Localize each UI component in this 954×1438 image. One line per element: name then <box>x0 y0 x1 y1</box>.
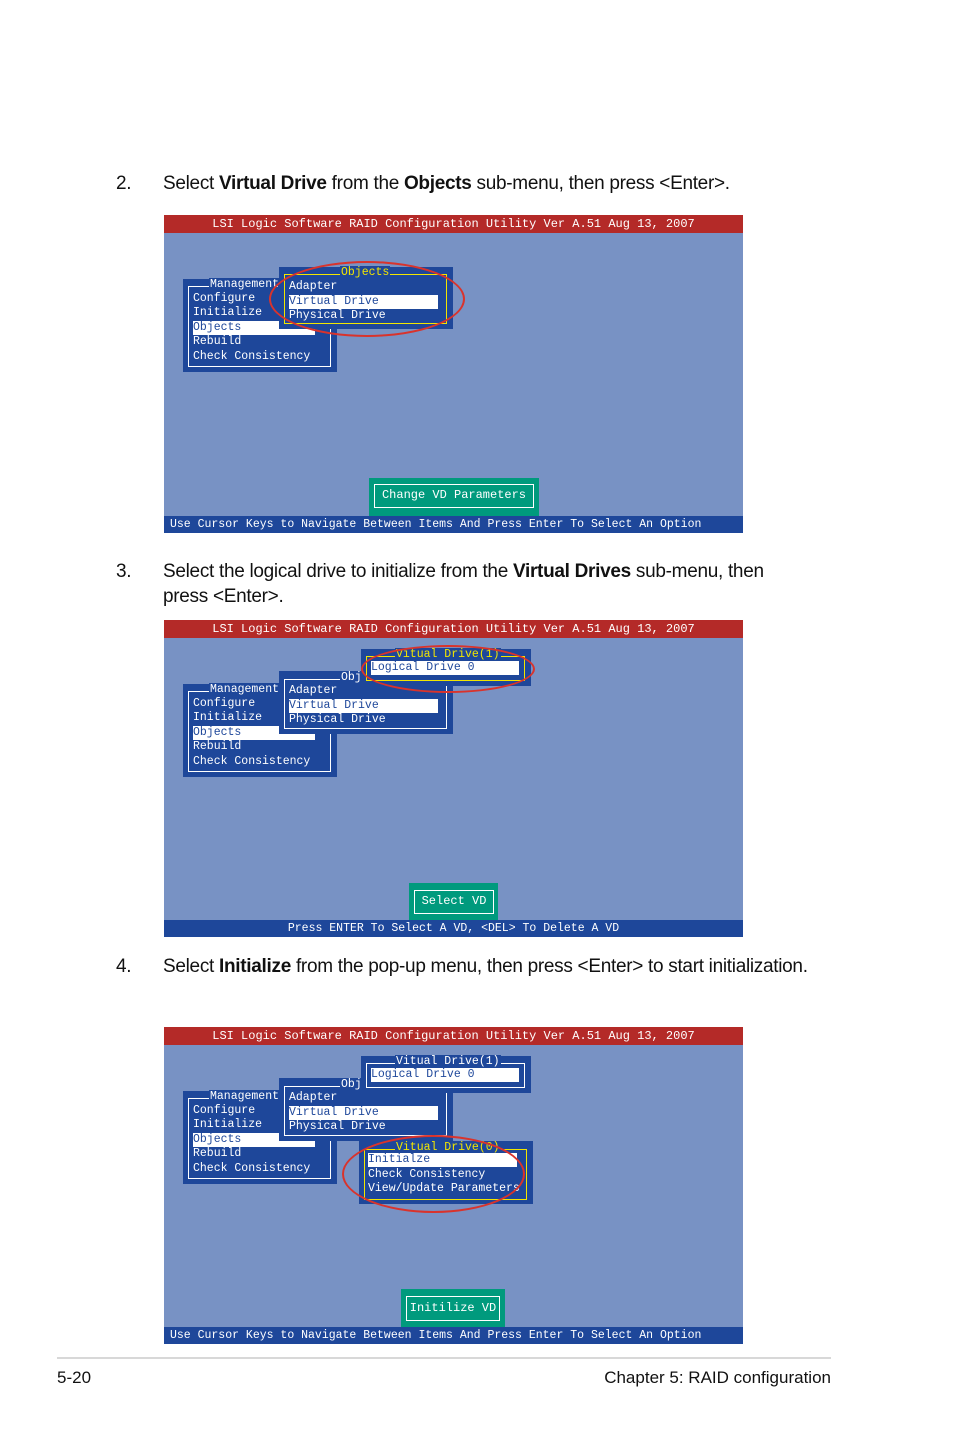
step-text: Select Initialize from the pop-up menu, … <box>163 956 808 977</box>
menu-item-configure[interactable]: Configure <box>193 697 255 711</box>
menu-item-initialize[interactable]: Initialize <box>193 711 262 725</box>
menu-item-rebuild[interactable]: Rebuild <box>193 335 241 349</box>
select-vd-label: Select VD <box>414 890 494 914</box>
menu-item-initialize[interactable]: Initialize <box>193 306 262 320</box>
status-bar: Use Cursor Keys to Navigate Between Item… <box>164 516 743 533</box>
virtual-drive-list-title: Vitual Drive(1) <box>395 648 501 662</box>
title-bar: LSI Logic Software RAID Configuration Ut… <box>164 215 743 233</box>
objects-menu: Objects Adapter Virtual Drive Physical D… <box>279 266 453 329</box>
action-panel: Select VD <box>409 883 498 920</box>
objects-menu-title: Obj <box>340 671 363 685</box>
management-menu-title: Management <box>209 278 281 292</box>
action-panel: Change VD Parameters <box>369 478 539 516</box>
step-number: 2. <box>116 173 132 194</box>
objects-menu-title: Objects <box>340 266 391 280</box>
step-text: Select the logical drive to initialize f… <box>163 561 764 607</box>
raid-utility-screen-1: LSI Logic Software RAID Configuration Ut… <box>164 215 743 533</box>
menu-item-physical-drive[interactable]: Physical Drive <box>289 713 386 727</box>
virtual-drive-list-title: Vitual Drive(1) <box>395 1055 501 1069</box>
action-panel: Initilize VD <box>401 1289 505 1327</box>
menu-item-check-consistency-vd[interactable]: Check Consistency <box>368 1168 485 1182</box>
virtual-drive-action-menu: Vitual Drive(0) Initialze Check Consiste… <box>359 1141 533 1204</box>
list-item-logical-drive-0[interactable]: Logical Drive 0 <box>371 1068 519 1082</box>
menu-item-check-consistency[interactable]: Check Consistency <box>193 755 310 769</box>
step-number: 4. <box>116 956 132 977</box>
menu-item-physical-drive[interactable]: Physical Drive <box>289 309 386 323</box>
objects-menu-title: Obj <box>340 1078 363 1092</box>
menu-item-adapter[interactable]: Adapter <box>289 1091 337 1105</box>
status-bar: Use Cursor Keys to Navigate Between Item… <box>164 1327 743 1344</box>
change-vd-parameters-label: Change VD Parameters <box>374 484 534 508</box>
menu-item-virtual-drive[interactable]: Virtual Drive <box>289 1106 438 1120</box>
menu-item-adapter[interactable]: Adapter <box>289 684 337 698</box>
menu-item-rebuild[interactable]: Rebuild <box>193 1147 241 1161</box>
chapter-title: Chapter 5: RAID configuration <box>604 1368 831 1387</box>
menu-item-physical-drive[interactable]: Physical Drive <box>289 1120 386 1134</box>
title-bar: LSI Logic Software RAID Configuration Ut… <box>164 1027 743 1045</box>
step-text: Select Virtual Drive from the Objects su… <box>163 173 730 194</box>
list-item-logical-drive-0[interactable]: Logical Drive 0 <box>371 661 519 675</box>
footer-divider <box>57 1357 831 1359</box>
menu-item-virtual-drive[interactable]: Virtual Drive <box>289 699 438 713</box>
title-bar: LSI Logic Software RAID Configuration Ut… <box>164 620 743 638</box>
virtual-drive-list: Vitual Drive(1) Logical Drive 0 <box>361 1055 531 1093</box>
menu-item-view-update-parameters[interactable]: View/Update Parameters <box>368 1182 520 1196</box>
menu-item-check-consistency[interactable]: Check Consistency <box>193 350 310 364</box>
virtual-drive-list: Vitual Drive(1) Logical Drive 0 <box>361 648 531 686</box>
step-number: 3. <box>116 561 132 582</box>
management-menu-title: Management <box>209 683 281 697</box>
menu-item-rebuild[interactable]: Rebuild <box>193 740 241 754</box>
menu-item-initialize[interactable]: Initialize <box>193 1118 262 1132</box>
menu-item-configure[interactable]: Configure <box>193 292 255 306</box>
raid-utility-screen-2: LSI Logic Software RAID Configuration Ut… <box>164 620 743 937</box>
page-number: 5-20 <box>57 1368 92 1387</box>
menu-item-virtual-drive[interactable]: Virtual Drive <box>289 295 438 309</box>
status-bar: Press ENTER To Select A VD, <DEL> To Del… <box>164 920 743 937</box>
menu-item-check-consistency[interactable]: Check Consistency <box>193 1162 310 1176</box>
menu-item-adapter[interactable]: Adapter <box>289 280 337 294</box>
menu-item-initialize-vd[interactable]: Initialze <box>368 1153 517 1167</box>
menu-item-configure[interactable]: Configure <box>193 1104 255 1118</box>
initialize-vd-label: Initilize VD <box>406 1296 500 1321</box>
management-menu-title: Management <box>209 1090 281 1104</box>
raid-utility-screen-3: LSI Logic Software RAID Configuration Ut… <box>164 1027 743 1344</box>
